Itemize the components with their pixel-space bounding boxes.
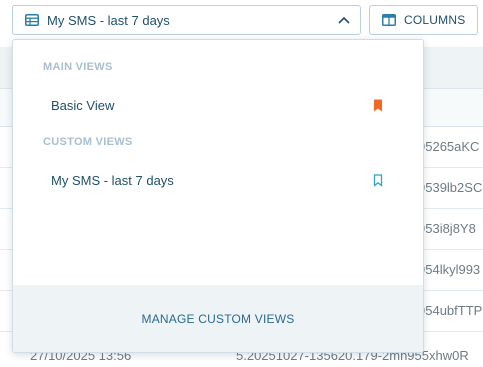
table-cell: 954lkyl993 [418, 262, 481, 277]
table-cell: 95265aKC [418, 139, 480, 154]
columns-button[interactable]: COLUMNS [369, 5, 478, 35]
bookmark-filled-icon[interactable] [371, 98, 385, 112]
table-cell: 9539lb2SC [418, 180, 483, 195]
manage-custom-views-button[interactable]: MANAGE CUSTOM VIEWS [142, 312, 295, 326]
view-item-my-sms[interactable]: My SMS - last 7 days [13, 165, 423, 195]
columns-button-label: COLUMNS [404, 13, 466, 27]
columns-icon [382, 14, 396, 26]
table-cell: 954ubfTTP [418, 303, 483, 318]
view-selector-label: My SMS - last 7 days [47, 12, 170, 28]
main-views-title: MAIN VIEWS [43, 61, 113, 73]
views-dropdown: MAIN VIEWS Basic View CUSTOM VIEWS My SM… [12, 39, 424, 353]
table-view-icon [25, 14, 39, 26]
table-cell: 953i8j8Y8 [418, 221, 476, 236]
page: My SMS - last 7 days COLUMNS 95265aKC 95… [0, 0, 483, 367]
view-item-label: My SMS - last 7 days [51, 172, 174, 188]
chevron-up-icon[interactable] [338, 16, 350, 24]
view-item-label: Basic View [51, 97, 115, 113]
view-item-basic-view[interactable]: Basic View [13, 90, 423, 120]
bookmark-outline-icon[interactable] [371, 173, 385, 187]
view-selector[interactable]: My SMS - last 7 days [12, 5, 361, 35]
custom-views-title: CUSTOM VIEWS [43, 136, 133, 148]
dropdown-footer: MANAGE CUSTOM VIEWS [13, 285, 423, 352]
